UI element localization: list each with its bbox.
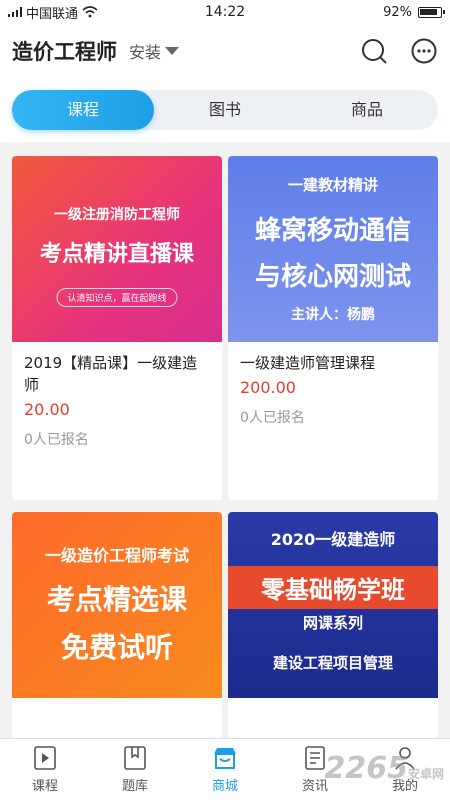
enrolled-count: 0人已报名 <box>24 432 89 448</box>
watermark-suffix: 安卓网 <box>407 767 444 781</box>
page-title: 造价工程师 <box>12 40 117 64</box>
thumbnail-text: 主讲人：杨鹏 <box>291 307 375 323</box>
thumbnail-text: 蜂窝移动通信 <box>254 216 411 246</box>
status-bar: 中国联通 14:22 92% <box>0 0 450 24</box>
battery-icon <box>418 6 445 18</box>
thumbnail-text: 一级造价工程师考试 <box>44 546 189 565</box>
book-icon <box>124 746 146 770</box>
product-card[interactable]: 一级注册消防工程师 考点精讲直播课 认清知识点，赢在起跑线 2019【精品课】一… <box>12 156 222 500</box>
nav-label: 题库 <box>121 779 148 794</box>
signal-icon <box>8 7 22 17</box>
status-time: 14:22 <box>204 4 246 20</box>
thumbnail-text: 一建教材精讲 <box>287 176 378 194</box>
play-video-icon <box>34 746 56 770</box>
store-icon <box>214 748 236 769</box>
thumbnail-text: 一级注册消防工程师 <box>54 207 180 223</box>
product-card[interactable]: 2020一级建造师 零基础畅学班 网课系列 建设工程项目管理 <box>228 512 438 738</box>
tab-goods[interactable]: 商品 <box>296 90 438 130</box>
thumbnail-text: 与核心网测试 <box>254 262 411 292</box>
product-thumbnail: 一级注册消防工程师 考点精讲直播课 认清知识点，赢在起跑线 <box>12 156 222 342</box>
enrolled-count: 0人已报名 <box>240 410 305 426</box>
thumbnail-text: 建设工程项目管理 <box>272 654 393 672</box>
thumbnail-text: 2020一级建造师 <box>270 530 396 549</box>
thumbnail-tag: 认清知识点，赢在起跑线 <box>56 288 178 307</box>
nav-item-courses[interactable]: 课程 <box>0 739 90 800</box>
product-title: 2019【精品课】一级建造师 <box>24 354 198 394</box>
nav-label: 商城 <box>211 779 238 794</box>
tab-courses[interactable]: 课程 <box>12 90 154 130</box>
wifi-icon <box>82 6 98 18</box>
product-thumbnail: 2020一级建造师 零基础畅学班 网课系列 建设工程项目管理 <box>228 512 438 698</box>
battery-percent: 92% <box>383 4 412 20</box>
product-price: 200.00 <box>240 378 296 397</box>
status-left: 中国联通 <box>8 3 168 22</box>
product-card[interactable]: 一建教材精讲 蜂窝移动通信 与核心网测试 主讲人：杨鹏 一级建造师管理课程 20… <box>228 156 438 500</box>
news-icon <box>305 746 325 770</box>
product-price: 20.00 <box>24 400 70 419</box>
nav-item-store[interactable]: 商城 <box>180 739 270 800</box>
nav-label: 课程 <box>31 779 58 794</box>
nav-item-question-bank[interactable]: 题库 <box>90 739 180 800</box>
region-selector[interactable]: 安装 <box>129 39 180 63</box>
category-tabs-wrap: 课程 图书 商品 <box>0 78 450 142</box>
app-header: 造价工程师 安装 <box>0 24 450 78</box>
product-info: 2019【精品课】一级建造师 20.00 0人已报名 <box>12 342 222 459</box>
thumbnail-text: 考点精选课 <box>46 583 187 616</box>
watermark-text: 2265 <box>324 751 408 786</box>
thumbnail-text: 考点精讲直播课 <box>39 242 194 267</box>
thumbnail-text: 网课系列 <box>302 614 363 632</box>
thumbnail-text: 零基础畅学班 <box>228 566 438 609</box>
status-right: 92% <box>282 4 445 20</box>
product-title: 一级建造师管理课程 <box>240 354 376 372</box>
region-label: 安装 <box>129 43 162 62</box>
product-thumbnail: 一建教材精讲 蜂窝移动通信 与核心网测试 主讲人：杨鹏 <box>228 156 438 342</box>
tab-books[interactable]: 图书 <box>154 90 296 130</box>
search-icon[interactable] <box>360 37 388 65</box>
message-icon[interactable] <box>410 37 438 65</box>
category-tabs: 课程 图书 商品 <box>12 90 438 130</box>
watermark: 2265安卓网 <box>324 751 444 786</box>
thumbnail-text: 免费试听 <box>60 631 173 664</box>
chevron-down-icon <box>165 47 180 55</box>
carrier-label: 中国联通 <box>26 6 79 22</box>
product-info: 一级建造师管理课程 200.00 0人已报名 <box>228 342 438 437</box>
product-card[interactable]: 一级造价工程师考试 考点精选课 免费试听 <box>12 512 222 738</box>
product-thumbnail: 一级造价工程师考试 考点精选课 免费试听 <box>12 512 222 698</box>
header-actions <box>360 37 438 65</box>
